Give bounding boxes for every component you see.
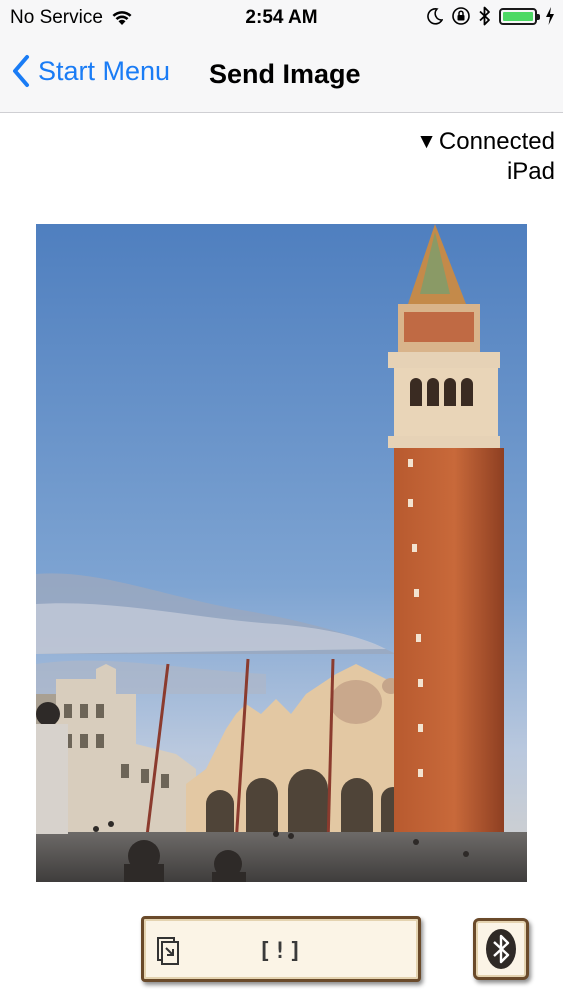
battery-icon [499,7,540,25]
chevron-left-icon [13,55,29,87]
page-title: Send Image [209,59,361,89]
connection-row: ▼ Connected [416,127,555,157]
charging-icon [546,7,554,25]
bluetooth-icon [479,6,490,26]
orientation-lock-icon [452,7,470,25]
connected-device: iPad [506,158,555,185]
send-image-button[interactable]: [!] [141,916,421,982]
bluetooth-button[interactable] [473,918,529,980]
status-right [427,6,555,26]
connection-status: ▼ Connected iPad [416,127,555,187]
back-button-label: Start Menu [38,55,171,86]
image-preview [36,224,527,882]
navigation-bar: Start Menu Send Image [0,38,563,113]
triangle-down-icon: ▼ [416,130,437,153]
bluetooth-icon [486,929,516,969]
moon-icon [427,8,443,25]
battery-fill [503,11,533,21]
battery-tip [537,13,540,20]
send-button-label: [!] [258,939,304,964]
status-bar: No Service 2:54 AM [0,0,563,38]
connection-state: Connected [438,128,555,155]
photo-of-piazza-san-marco-campanile [36,224,527,882]
back-button[interactable]: Start Menu [12,54,170,88]
